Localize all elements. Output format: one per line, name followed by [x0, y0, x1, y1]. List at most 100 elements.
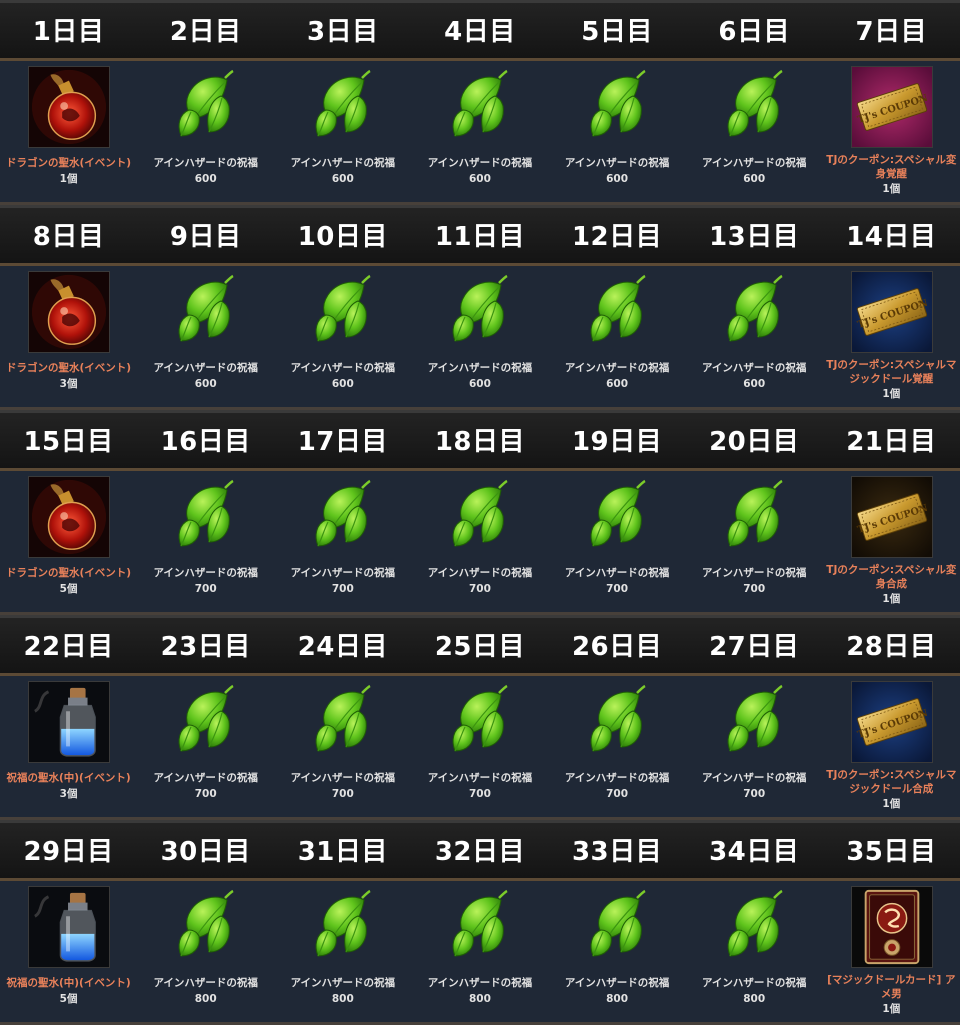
item-name-block: アインハザードの祝福 800: [551, 976, 684, 1007]
day-label: 18日目: [434, 427, 526, 457]
day-label: 31日目: [297, 837, 388, 867]
item-name: アインハザードの祝福: [701, 977, 807, 989]
reward-cell: アインハザードの祝福 600: [274, 61, 411, 202]
item-name-block: アインハザードの祝福 700: [139, 771, 272, 802]
item-quantity: 800: [331, 993, 354, 1005]
reward-row: 祝福の聖水(中)(イベント) 5個 アインハザードの祝福 800 アインハザード…: [0, 881, 960, 1022]
reward-cell: アインハザードの祝福 700: [274, 471, 411, 612]
day-label: 22日目: [23, 632, 114, 662]
item-name: TJのクーポン:スペシャル変身覚醒: [826, 154, 957, 180]
reward-cell: アインハザードの祝福 800: [274, 881, 411, 1022]
item-name-block: アインハザードの祝福 800: [139, 976, 272, 1007]
day-label: 9日目: [169, 222, 242, 252]
day-label: 15日目: [23, 427, 114, 457]
item-name-block: アインハザードの祝福 700: [688, 566, 821, 597]
reward-cell: アインハザードの祝福 600: [274, 266, 411, 407]
leaf-icon: [302, 271, 384, 353]
reward-cell: アインハザードの祝福 600: [411, 61, 548, 202]
item-quantity: 1個: [882, 388, 901, 400]
item-name: アインハザードの祝福: [427, 772, 533, 784]
leaf-icon: [439, 886, 521, 968]
reward-cell: アインハザードの祝福 700: [686, 471, 823, 612]
item-quantity: 800: [743, 993, 766, 1005]
reward-cell: ドラゴンの聖水(イベント) 1個: [0, 61, 137, 202]
item-name-block: TJのクーポン:スペシャルマジックドール合成 1個: [825, 768, 958, 812]
item-name: アインハザードの祝福: [427, 567, 533, 579]
day-label: 33日目: [571, 837, 663, 867]
day-label: 35日目: [846, 837, 937, 867]
item-name-block: TJのクーポン:スペシャルマジックドール覚醒 1個: [825, 358, 958, 402]
day-label: 6日目: [718, 17, 790, 47]
leaf-icon: [577, 681, 659, 763]
item-name-block: アインハザードの祝福 700: [413, 771, 546, 802]
leaf-icon: [577, 476, 659, 558]
item-name: ドラゴンの聖水(イベント): [6, 362, 132, 374]
item-name-block: アインハザードの祝福 600: [139, 156, 272, 187]
coupon-blue-icon: TJ's COUPON: [850, 681, 933, 763]
item-quantity: 1個: [882, 183, 901, 195]
day-label: 32日目: [434, 837, 526, 867]
day-label: 27日目: [709, 632, 800, 662]
item-quantity: 800: [194, 993, 217, 1005]
item-name: 祝福の聖水(中)(イベント): [6, 977, 131, 989]
item-name: アインハザードの祝福: [153, 157, 258, 169]
day-label: 2日目: [169, 17, 242, 47]
item-quantity: 700: [194, 583, 217, 595]
day-label: 24日目: [297, 632, 388, 662]
item-quantity: 600: [331, 378, 354, 390]
reward-row: 祝福の聖水(中)(イベント) 3個 アインハザードの祝福 700 アインハザード…: [0, 676, 960, 817]
item-quantity: 3個: [59, 788, 78, 800]
item-quantity: 600: [743, 173, 766, 185]
item-name-block: アインハザードの祝福 600: [413, 361, 546, 392]
item-quantity: 600: [606, 173, 629, 185]
day-label: 26日目: [571, 632, 663, 662]
coupon-blue-icon: TJ's COUPON: [850, 271, 933, 353]
item-name: アインハザードの祝福: [701, 567, 807, 579]
leaf-icon: [165, 476, 247, 558]
reward-cell: アインハザードの祝福 800: [549, 881, 686, 1022]
item-quantity: 600: [606, 378, 629, 390]
blue-potion-icon: [28, 681, 110, 763]
item-name-block: TJのクーポン:スペシャル変身覚醒 1個: [825, 153, 958, 197]
item-name: アインハザードの祝福: [427, 362, 533, 374]
item-name: TJのクーポン:スペシャルマジックドール合成: [826, 769, 957, 795]
day-label: 25日目: [434, 632, 526, 662]
day-label: 16日目: [160, 427, 251, 457]
item-name: ドラゴンの聖水(イベント): [6, 157, 132, 169]
day-label: 10日目: [297, 222, 388, 252]
leaf-icon: [165, 681, 247, 763]
leaf-icon: [577, 271, 659, 353]
leaf-icon: [439, 476, 521, 558]
leaf-icon: [165, 886, 247, 968]
leaf-icon: [577, 66, 659, 148]
reward-row: ドラゴンの聖水(イベント) 3個 アインハザードの祝福 600 アインハザードの…: [0, 266, 960, 407]
leaf-icon: [439, 271, 521, 353]
day-label: 21日目: [846, 427, 937, 457]
reward-cell: 祝福の聖水(中)(イベント) 3個: [0, 676, 137, 817]
item-quantity: 700: [468, 788, 491, 800]
item-name: [マジックドールカード] アメ男: [827, 974, 956, 1000]
leaf-icon: [439, 66, 521, 148]
item-quantity: 700: [743, 583, 766, 595]
item-name-block: ドラゴンの聖水(イベント) 5個: [2, 566, 135, 597]
reward-cell: TJ's COUPON TJのクーポン:スペシャル変身覚醒 1個: [823, 61, 960, 202]
item-quantity: 600: [194, 173, 217, 185]
reward-cell: アインハザードの祝福 600: [686, 61, 823, 202]
item-name: アインハザードの祝福: [701, 772, 807, 784]
leaf-icon: [439, 681, 521, 763]
day-label: 1日目: [32, 17, 105, 47]
day-label: 19日目: [571, 427, 663, 457]
item-name-block: ドラゴンの聖水(イベント) 3個: [2, 361, 135, 392]
day-label: 23日目: [160, 632, 251, 662]
item-name-block: アインハザードの祝福 600: [551, 361, 684, 392]
item-name: アインハザードの祝福: [564, 567, 670, 579]
day-label: 29日目: [23, 837, 114, 867]
reward-cell: TJ's COUPON TJのクーポン:スペシャル変身合成 1個: [823, 471, 960, 612]
reward-cell: アインハザードの祝福 600: [686, 266, 823, 407]
item-name-block: アインハザードの祝福 700: [139, 566, 272, 597]
item-quantity: 600: [743, 378, 766, 390]
reward-cell: アインハザードの祝福 700: [686, 676, 823, 817]
item-quantity: 1個: [882, 798, 901, 810]
reward-cell: ドラゴンの聖水(イベント) 5個: [0, 471, 137, 612]
item-quantity: 600: [331, 173, 354, 185]
